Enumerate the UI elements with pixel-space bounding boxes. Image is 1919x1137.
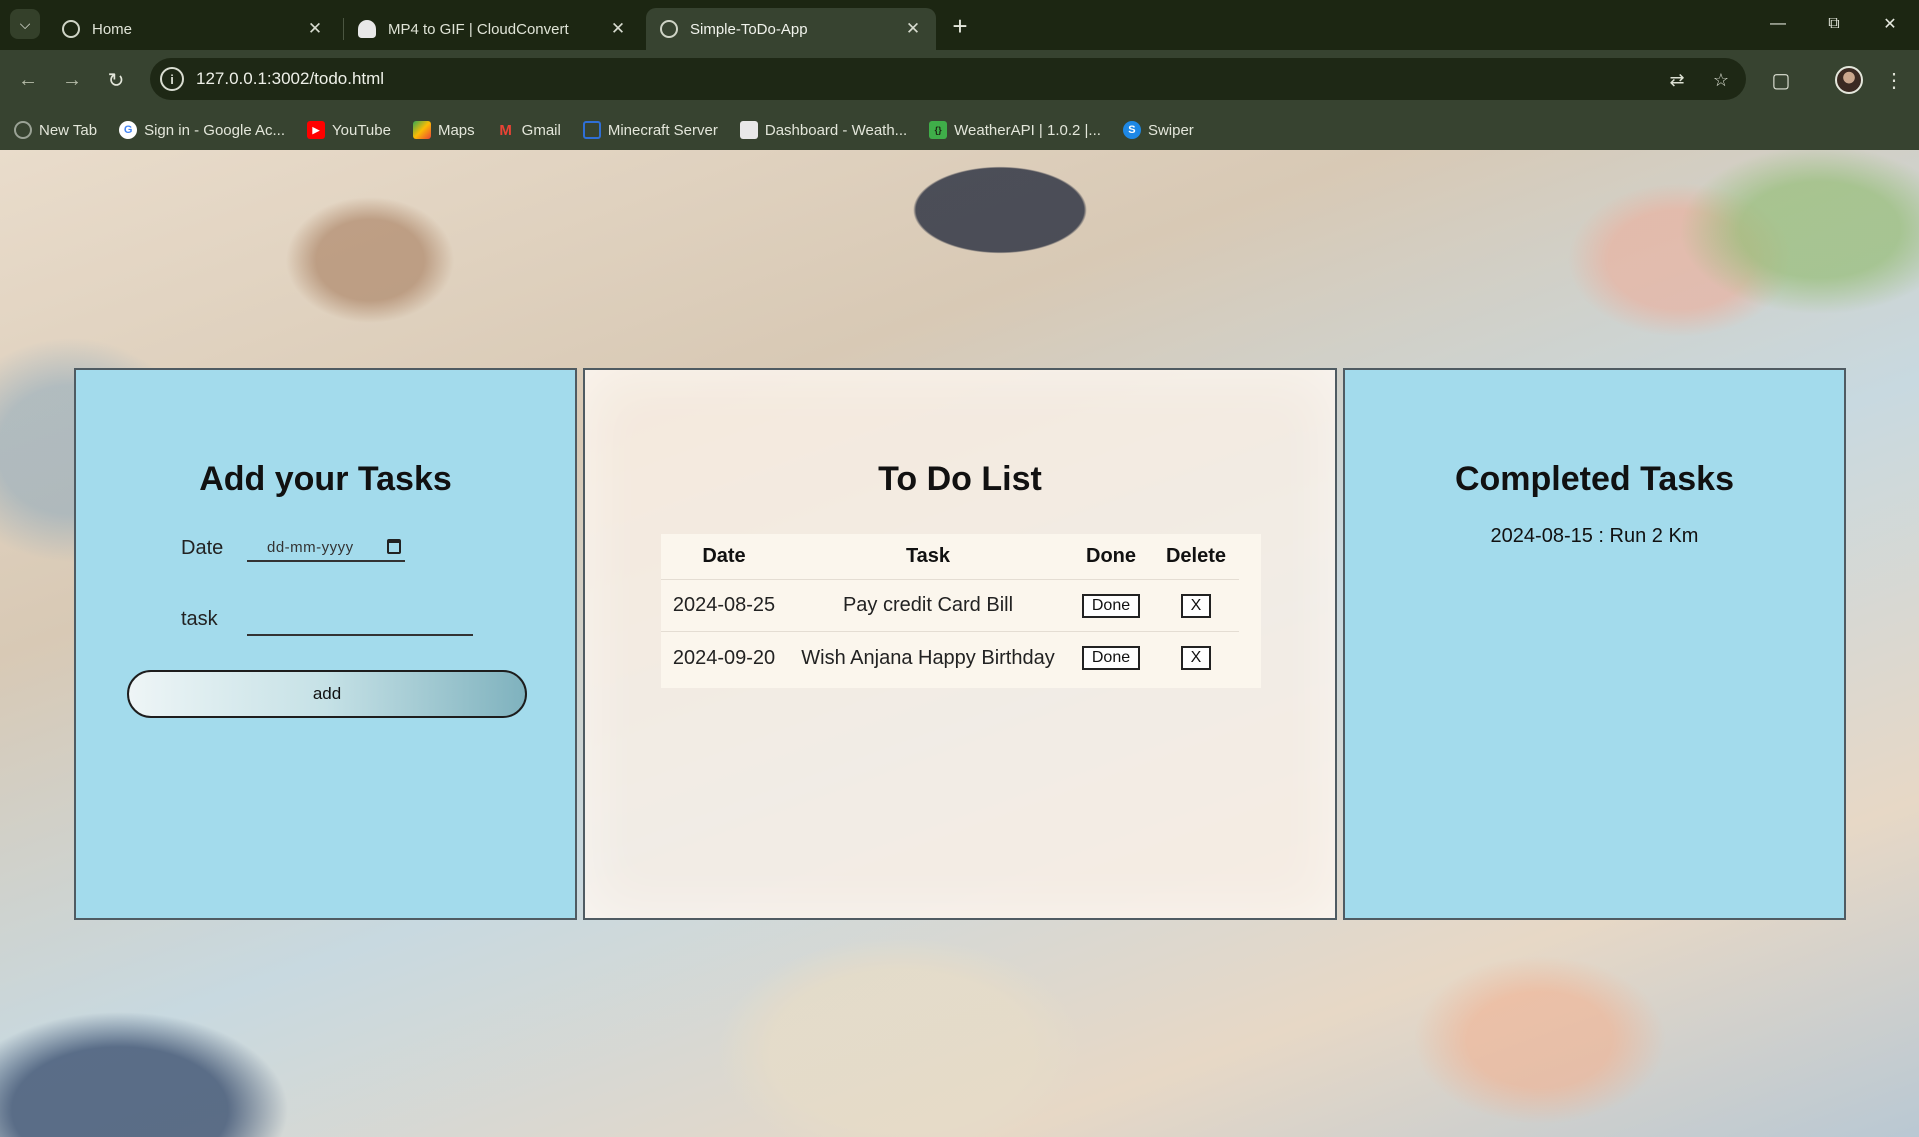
globe-icon <box>660 20 678 38</box>
bookmark-label: Sign in - Google Ac... <box>144 121 286 139</box>
close-tab-icon[interactable]: ✕ <box>900 16 926 42</box>
site-info-icon[interactable]: i <box>160 67 184 91</box>
translate-icon[interactable]: ⇄ <box>1664 67 1690 93</box>
maps-icon <box>412 121 431 139</box>
page-icon <box>739 121 758 139</box>
arrow-left-icon: ← <box>18 68 38 91</box>
page-background: Add your Tasks Date dd-mm-yyyy task add … <box>0 150 1919 1137</box>
bookmark-label: Maps <box>437 121 475 139</box>
more-menu-icon[interactable]: ⋮ <box>1878 64 1910 96</box>
calendar-icon[interactable] <box>387 539 401 554</box>
swiper-icon: S <box>1122 121 1141 139</box>
completed-tasks-panel: Completed Tasks 2024-08-15 : Run 2 Km <box>1343 368 1846 920</box>
column-header-task: Task <box>905 545 951 567</box>
done-button[interactable]: Done <box>1081 646 1141 670</box>
delete-button[interactable]: X <box>1181 646 1211 670</box>
bookmark-new-tab[interactable]: New Tab <box>14 121 97 139</box>
add-tasks-heading: Add your Tasks <box>199 460 452 498</box>
globe-icon <box>14 121 32 139</box>
bookmark-label: WeatherAPI | 1.0.2 |... <box>954 121 1101 139</box>
chevron-down-icon: ⌵ <box>19 15 31 32</box>
tab-cloudconvert[interactable]: MP4 to GIF | CloudConvert ✕ <box>344 8 641 50</box>
todo-list-heading: To Do List <box>878 460 1042 498</box>
minimize-button[interactable]: — <box>1750 0 1806 48</box>
done-button[interactable]: Done <box>1081 593 1141 618</box>
add-tasks-panel: Add your Tasks Date dd-mm-yyyy task add <box>74 368 577 920</box>
restore-icon: ⧉ <box>1828 15 1840 32</box>
new-tab-button[interactable]: + <box>944 10 976 42</box>
minecraft-icon <box>582 121 601 139</box>
extensions-icon[interactable]: ▢ <box>1765 64 1797 96</box>
add-button[interactable]: add <box>127 670 527 718</box>
task-text: Wish Anjana Happy Birthday <box>801 646 1055 669</box>
cloudconvert-icon <box>358 20 376 38</box>
plus-icon: + <box>952 10 968 41</box>
bookmark-maps[interactable]: Maps <box>412 121 475 139</box>
api-icon: {} <box>929 121 948 139</box>
arrow-right-icon: → <box>62 68 82 91</box>
bookmark-label: Dashboard - Weath... <box>764 121 908 139</box>
completed-task-item: 2024-08-15 : Run 2 Km <box>1490 525 1699 547</box>
bookmark-label: New Tab <box>39 121 98 139</box>
bookmark-label: Minecraft Server <box>607 121 718 139</box>
table-row: 2024-08-25 Pay credit Card Bill Done X <box>661 580 1239 632</box>
task-date: 2024-08-25 <box>672 594 776 616</box>
url-text[interactable]: 127.0.0.1:3002/todo.html <box>196 69 384 89</box>
todo-table: Date Task Done Delete 2024-08-25 Pay cre… <box>661 534 1261 688</box>
task-label: task <box>181 608 218 630</box>
date-input[interactable]: dd-mm-yyyy <box>247 534 405 562</box>
close-icon: ✕ <box>1883 16 1897 33</box>
google-icon: G <box>119 121 138 139</box>
bookmark-weatherapi[interactable]: {} WeatherAPI | 1.0.2 |... <box>929 121 1101 139</box>
address-bar[interactable]: i 127.0.0.1:3002/todo.html ⇄ ☆ <box>150 58 1746 100</box>
forward-button[interactable]: → <box>56 64 88 96</box>
column-header-delete: Delete <box>1165 545 1227 567</box>
tab-title: Home <box>92 20 133 38</box>
close-window-button[interactable]: ✕ <box>1862 0 1918 48</box>
bookmark-gmail[interactable]: M Gmail <box>497 121 561 139</box>
tab-strip: ⌵ Home ✕ MP4 to GIF | CloudConvert ✕ Sim… <box>0 0 1919 50</box>
browser-toolbar: ← → ↻ i 127.0.0.1:3002/todo.html ⇄ ☆ ▢ ⋮ <box>0 50 1919 110</box>
bookmark-label: Swiper <box>1147 121 1194 139</box>
bookmark-label: YouTube <box>332 121 391 139</box>
tab-title: Simple-ToDo-App <box>690 20 808 38</box>
minimize-icon: — <box>1770 15 1786 32</box>
bookmark-minecraft-server[interactable]: Minecraft Server <box>582 121 718 139</box>
globe-icon <box>62 20 80 38</box>
table-row: 2024-09-20 Wish Anjana Happy Birthday Do… <box>661 632 1239 684</box>
task-input[interactable] <box>247 606 473 636</box>
bookmark-star-icon[interactable]: ☆ <box>1708 67 1734 93</box>
tab-home[interactable]: Home ✕ <box>48 8 338 50</box>
column-header-done: Done <box>1086 545 1136 567</box>
tab-search-button[interactable]: ⌵ <box>10 9 40 39</box>
reload-icon: ↻ <box>107 69 125 92</box>
bookmarks-bar: New Tab G Sign in - Google Ac... ▶ YouTu… <box>0 110 1919 150</box>
bookmark-google-signin[interactable]: G Sign in - Google Ac... <box>119 121 285 139</box>
close-tab-icon[interactable]: ✕ <box>605 16 631 42</box>
reload-button[interactable]: ↻ <box>100 64 132 96</box>
youtube-icon: ▶ <box>307 121 326 139</box>
bookmark-dashboard-weather[interactable]: Dashboard - Weath... <box>739 121 908 139</box>
table-header-row: Date Task Done Delete <box>661 534 1239 580</box>
tab-simple-todo-app[interactable]: Simple-ToDo-App ✕ <box>646 8 936 50</box>
task-date: 2024-09-20 <box>672 646 776 669</box>
todo-list-panel: To Do List Date Task Done Delete 2024-08… <box>583 368 1337 920</box>
date-placeholder: dd-mm-yyyy <box>267 538 354 556</box>
date-label: Date <box>181 537 224 559</box>
completed-tasks-heading: Completed Tasks <box>1454 460 1734 498</box>
bookmark-youtube[interactable]: ▶ YouTube <box>307 121 391 139</box>
tab-title: MP4 to GIF | CloudConvert <box>388 20 569 38</box>
delete-button[interactable]: X <box>1181 593 1211 618</box>
gmail-icon: M <box>499 121 512 139</box>
column-header-date: Date <box>702 545 746 567</box>
profile-avatar[interactable] <box>1835 66 1863 94</box>
close-tab-icon[interactable]: ✕ <box>302 16 328 42</box>
back-button[interactable]: ← <box>12 64 44 96</box>
bookmark-label: Gmail <box>521 121 561 139</box>
task-text: Pay credit Card Bill <box>842 594 1014 616</box>
restore-button[interactable]: ⧉ <box>1806 0 1862 48</box>
bookmark-swiper[interactable]: S Swiper <box>1122 121 1194 139</box>
